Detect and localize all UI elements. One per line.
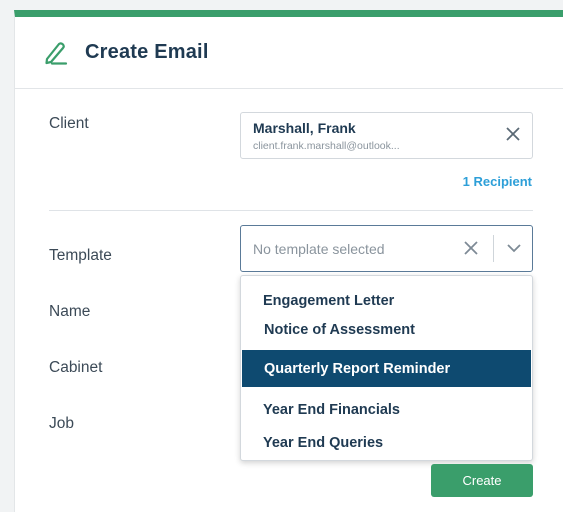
template-option-selected[interactable]: Quarterly Report Reminder [242,350,531,387]
clear-client-icon[interactable] [503,124,523,144]
chevron-down-icon[interactable] [505,239,523,257]
template-select[interactable]: No template selected [240,225,533,272]
recipients-link[interactable]: 1 Recipient [463,174,532,189]
template-dropdown: Engagement Letter Notice of Assessment Q… [240,275,533,461]
select-separator [493,235,494,262]
cabinet-label: Cabinet [49,359,103,376]
create-email-dialog: Create Email Client Marshall, Frank clie… [14,10,563,512]
create-button[interactable]: Create [431,464,533,497]
dialog-header: Create Email [15,17,563,89]
client-field[interactable]: Marshall, Frank client.frank.marshall@ou… [240,112,533,159]
template-option[interactable]: Year End Queries [241,426,532,460]
divider [49,210,533,211]
client-email: client.frank.marshall@outlook... [253,140,400,152]
template-placeholder: No template selected [253,241,385,257]
job-label: Job [49,415,74,432]
template-option[interactable]: Notice of Assessment [241,313,532,347]
dialog-title: Create Email [85,41,209,63]
pencil-icon [43,40,69,66]
template-option[interactable]: Year End Financials [241,393,532,427]
client-label: Client [49,115,89,132]
clear-template-icon[interactable] [462,239,480,257]
client-name: Marshall, Frank [253,120,356,136]
name-label: Name [49,303,91,320]
template-label: Template [49,247,112,264]
